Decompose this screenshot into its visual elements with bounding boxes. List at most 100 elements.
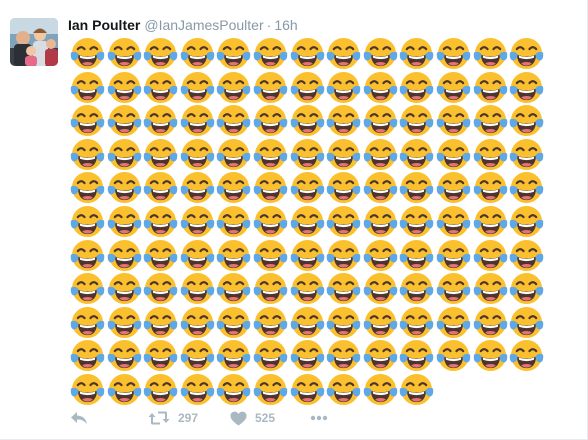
author-name[interactable]: Ian Poulter	[68, 17, 140, 33]
tweet-card: Ian Poulter @IanJamesPoulter · 16h 297 5…	[0, 0, 588, 440]
tears-of-joy-emoji	[363, 271, 398, 306]
tears-of-joy-emoji	[509, 204, 544, 239]
like-button[interactable]: 525	[230, 407, 275, 429]
tears-of-joy-emoji	[436, 137, 471, 172]
tears-of-joy-emoji	[216, 70, 251, 105]
tears-of-joy-emoji	[363, 238, 398, 273]
tears-of-joy-emoji	[253, 238, 288, 273]
tears-of-joy-emoji	[180, 372, 215, 407]
tears-of-joy-emoji	[180, 238, 215, 273]
tears-of-joy-emoji	[180, 170, 215, 205]
tears-of-joy-emoji	[70, 305, 105, 340]
tears-of-joy-emoji	[107, 36, 142, 71]
tears-of-joy-emoji	[253, 103, 288, 138]
tears-of-joy-emoji	[216, 137, 251, 172]
tears-of-joy-emoji	[363, 103, 398, 138]
tweet-header: Ian Poulter @IanJamesPoulter · 16h	[68, 16, 298, 34]
tears-of-joy-emoji	[399, 271, 434, 306]
tears-of-joy-emoji	[253, 137, 288, 172]
heart-icon	[230, 411, 247, 426]
tears-of-joy-emoji	[253, 70, 288, 105]
tears-of-joy-emoji	[216, 103, 251, 138]
tears-of-joy-emoji	[473, 238, 508, 273]
tears-of-joy-emoji	[290, 204, 325, 239]
tears-of-joy-emoji	[436, 338, 471, 373]
reply-icon	[70, 410, 88, 426]
tears-of-joy-emoji	[509, 36, 544, 71]
tears-of-joy-emoji	[70, 372, 105, 407]
tears-of-joy-emoji	[399, 70, 434, 105]
tweet-timestamp[interactable]: 16h	[274, 17, 297, 33]
tears-of-joy-emoji	[399, 170, 434, 205]
tears-of-joy-emoji	[399, 204, 434, 239]
tears-of-joy-emoji	[509, 70, 544, 105]
tears-of-joy-emoji	[290, 271, 325, 306]
tears-of-joy-emoji	[436, 103, 471, 138]
tears-of-joy-emoji	[180, 103, 215, 138]
tears-of-joy-emoji	[363, 137, 398, 172]
tears-of-joy-emoji	[399, 338, 434, 373]
tears-of-joy-emoji	[107, 137, 142, 172]
tears-of-joy-emoji	[399, 36, 434, 71]
tears-of-joy-emoji	[509, 137, 544, 172]
tears-of-joy-emoji	[473, 103, 508, 138]
tears-of-joy-emoji	[180, 338, 215, 373]
tears-of-joy-emoji	[290, 103, 325, 138]
tears-of-joy-emoji	[326, 338, 361, 373]
reply-button[interactable]	[70, 407, 88, 429]
tears-of-joy-emoji	[290, 305, 325, 340]
tears-of-joy-emoji	[509, 338, 544, 373]
tears-of-joy-emoji	[399, 372, 434, 407]
tears-of-joy-emoji	[70, 70, 105, 105]
author-handle[interactable]: @IanJamesPoulter	[144, 17, 263, 33]
tears-of-joy-emoji	[107, 204, 142, 239]
tears-of-joy-emoji	[107, 238, 142, 273]
tears-of-joy-emoji	[107, 70, 142, 105]
tears-of-joy-emoji	[509, 170, 544, 205]
tears-of-joy-emoji	[180, 305, 215, 340]
tears-of-joy-emoji	[216, 36, 251, 71]
tears-of-joy-emoji	[253, 170, 288, 205]
tears-of-joy-emoji	[290, 70, 325, 105]
tears-of-joy-emoji	[363, 36, 398, 71]
tears-of-joy-emoji	[399, 305, 434, 340]
tears-of-joy-emoji	[143, 204, 178, 239]
avatar[interactable]	[10, 18, 58, 66]
tears-of-joy-emoji	[180, 204, 215, 239]
tears-of-joy-emoji	[143, 103, 178, 138]
tears-of-joy-emoji	[290, 338, 325, 373]
tears-of-joy-emoji	[216, 238, 251, 273]
tears-of-joy-emoji	[216, 305, 251, 340]
tears-of-joy-emoji	[107, 103, 142, 138]
retweet-button[interactable]: 297	[148, 407, 198, 429]
retweet-count: 297	[178, 411, 199, 425]
tears-of-joy-emoji	[363, 338, 398, 373]
tears-of-joy-emoji	[363, 305, 398, 340]
tears-of-joy-emoji	[107, 271, 142, 306]
tears-of-joy-emoji	[436, 305, 471, 340]
tears-of-joy-emoji	[363, 170, 398, 205]
tears-of-joy-emoji	[363, 70, 398, 105]
tears-of-joy-emoji	[143, 372, 178, 407]
tears-of-joy-emoji	[473, 271, 508, 306]
tears-of-joy-emoji	[70, 170, 105, 205]
tears-of-joy-emoji	[436, 204, 471, 239]
tears-of-joy-emoji	[70, 36, 105, 71]
tears-of-joy-emoji	[290, 170, 325, 205]
tears-of-joy-emoji	[216, 271, 251, 306]
more-button[interactable]	[310, 407, 328, 429]
tears-of-joy-emoji	[436, 271, 471, 306]
tears-of-joy-emoji	[70, 271, 105, 306]
tears-of-joy-emoji	[326, 238, 361, 273]
tears-of-joy-emoji	[509, 238, 544, 273]
tears-of-joy-emoji	[143, 338, 178, 373]
tears-of-joy-emoji	[326, 103, 361, 138]
tears-of-joy-emoji	[290, 137, 325, 172]
retweet-icon	[148, 410, 170, 426]
tears-of-joy-emoji	[509, 271, 544, 306]
tears-of-joy-emoji	[363, 372, 398, 407]
tears-of-joy-emoji	[253, 271, 288, 306]
tears-of-joy-emoji	[326, 170, 361, 205]
tears-of-joy-emoji	[290, 372, 325, 407]
tears-of-joy-emoji	[326, 372, 361, 407]
